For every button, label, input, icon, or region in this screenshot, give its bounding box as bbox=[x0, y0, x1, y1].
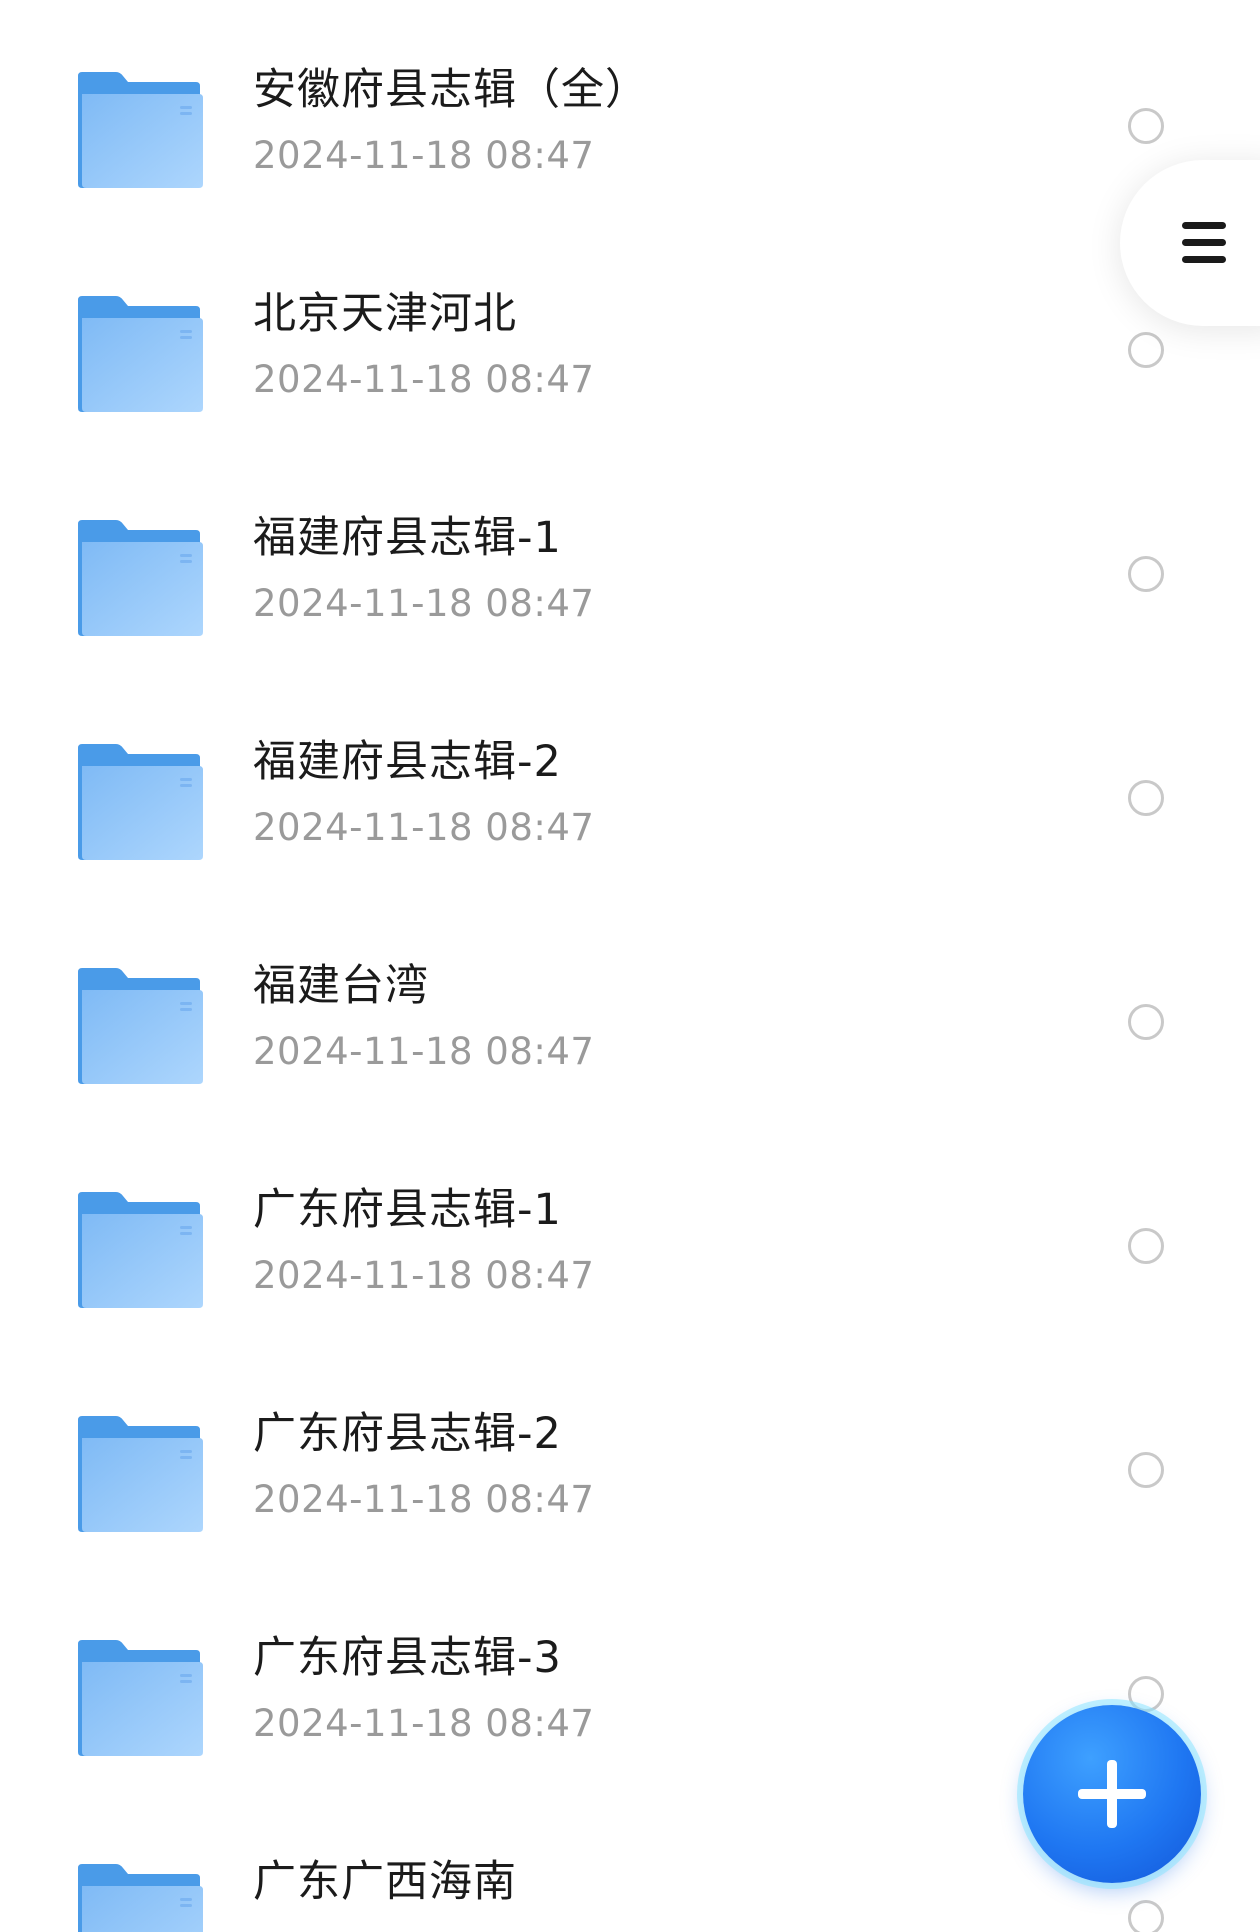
select-checkbox[interactable] bbox=[1128, 1452, 1164, 1488]
file-modified-time: 2024-11-18 08:47 bbox=[253, 1030, 595, 1073]
file-name: 安徽府县志辑（全） bbox=[253, 65, 649, 115]
add-button[interactable] bbox=[1023, 1705, 1201, 1883]
folder-icon bbox=[78, 744, 203, 860]
file-name: 福建府县志辑-1 bbox=[253, 513, 562, 563]
folder-icon bbox=[78, 520, 203, 636]
file-name: 广东广西海南 bbox=[253, 1857, 517, 1907]
folder-icon bbox=[78, 72, 203, 188]
list-item[interactable]: 福建府县志辑-2 2024-11-18 08:47 bbox=[0, 672, 1260, 896]
file-name: 广东府县志辑-2 bbox=[253, 1409, 562, 1459]
select-checkbox[interactable] bbox=[1128, 108, 1164, 144]
file-name: 福建台湾 bbox=[253, 961, 429, 1011]
file-modified-time: 2024-11-18 08:47 bbox=[253, 134, 595, 177]
menu-icon bbox=[1182, 222, 1226, 264]
select-checkbox[interactable] bbox=[1128, 1004, 1164, 1040]
select-checkbox[interactable] bbox=[1128, 1676, 1164, 1712]
file-name: 北京天津河北 bbox=[253, 289, 517, 339]
file-modified-time: 2024-11-18 08:47 bbox=[253, 582, 595, 625]
folder-icon bbox=[78, 1640, 203, 1756]
folder-icon bbox=[78, 968, 203, 1084]
select-checkbox[interactable] bbox=[1128, 1900, 1164, 1932]
file-name: 广东府县志辑-1 bbox=[253, 1185, 562, 1235]
folder-icon bbox=[78, 1192, 203, 1308]
list-item[interactable]: 广东府县志辑-2 2024-11-18 08:47 bbox=[0, 1344, 1260, 1568]
folder-icon bbox=[78, 1864, 203, 1932]
file-name: 福建府县志辑-2 bbox=[253, 737, 562, 787]
folder-icon bbox=[78, 296, 203, 412]
file-modified-time: 2024-11-18 08:47 bbox=[253, 358, 595, 401]
file-modified-time: 2024-11-18 08:47 bbox=[253, 1702, 595, 1745]
file-list: 安徽府县志辑（全） 2024-11-18 08:47 北京天津河北 2024-1… bbox=[0, 0, 1260, 1932]
file-modified-time: 2024-11-18 08:47 bbox=[253, 1478, 595, 1521]
list-item[interactable]: 福建台湾 2024-11-18 08:47 bbox=[0, 896, 1260, 1120]
list-item[interactable]: 北京天津河北 2024-11-18 08:47 bbox=[0, 224, 1260, 448]
select-checkbox[interactable] bbox=[1128, 556, 1164, 592]
file-name: 广东府县志辑-3 bbox=[253, 1633, 562, 1683]
select-checkbox[interactable] bbox=[1128, 1228, 1164, 1264]
select-checkbox[interactable] bbox=[1128, 332, 1164, 368]
select-checkbox[interactable] bbox=[1128, 780, 1164, 816]
list-item[interactable]: 福建府县志辑-1 2024-11-18 08:47 bbox=[0, 448, 1260, 672]
file-modified-time: 2024-11-18 08:47 bbox=[253, 1254, 595, 1297]
list-item[interactable]: 广东府县志辑-1 2024-11-18 08:47 bbox=[0, 1120, 1260, 1344]
folder-icon bbox=[78, 1416, 203, 1532]
file-modified-time: 2024-11-18 08:47 bbox=[253, 806, 595, 849]
list-item[interactable]: 安徽府县志辑（全） 2024-11-18 08:47 bbox=[0, 0, 1260, 224]
